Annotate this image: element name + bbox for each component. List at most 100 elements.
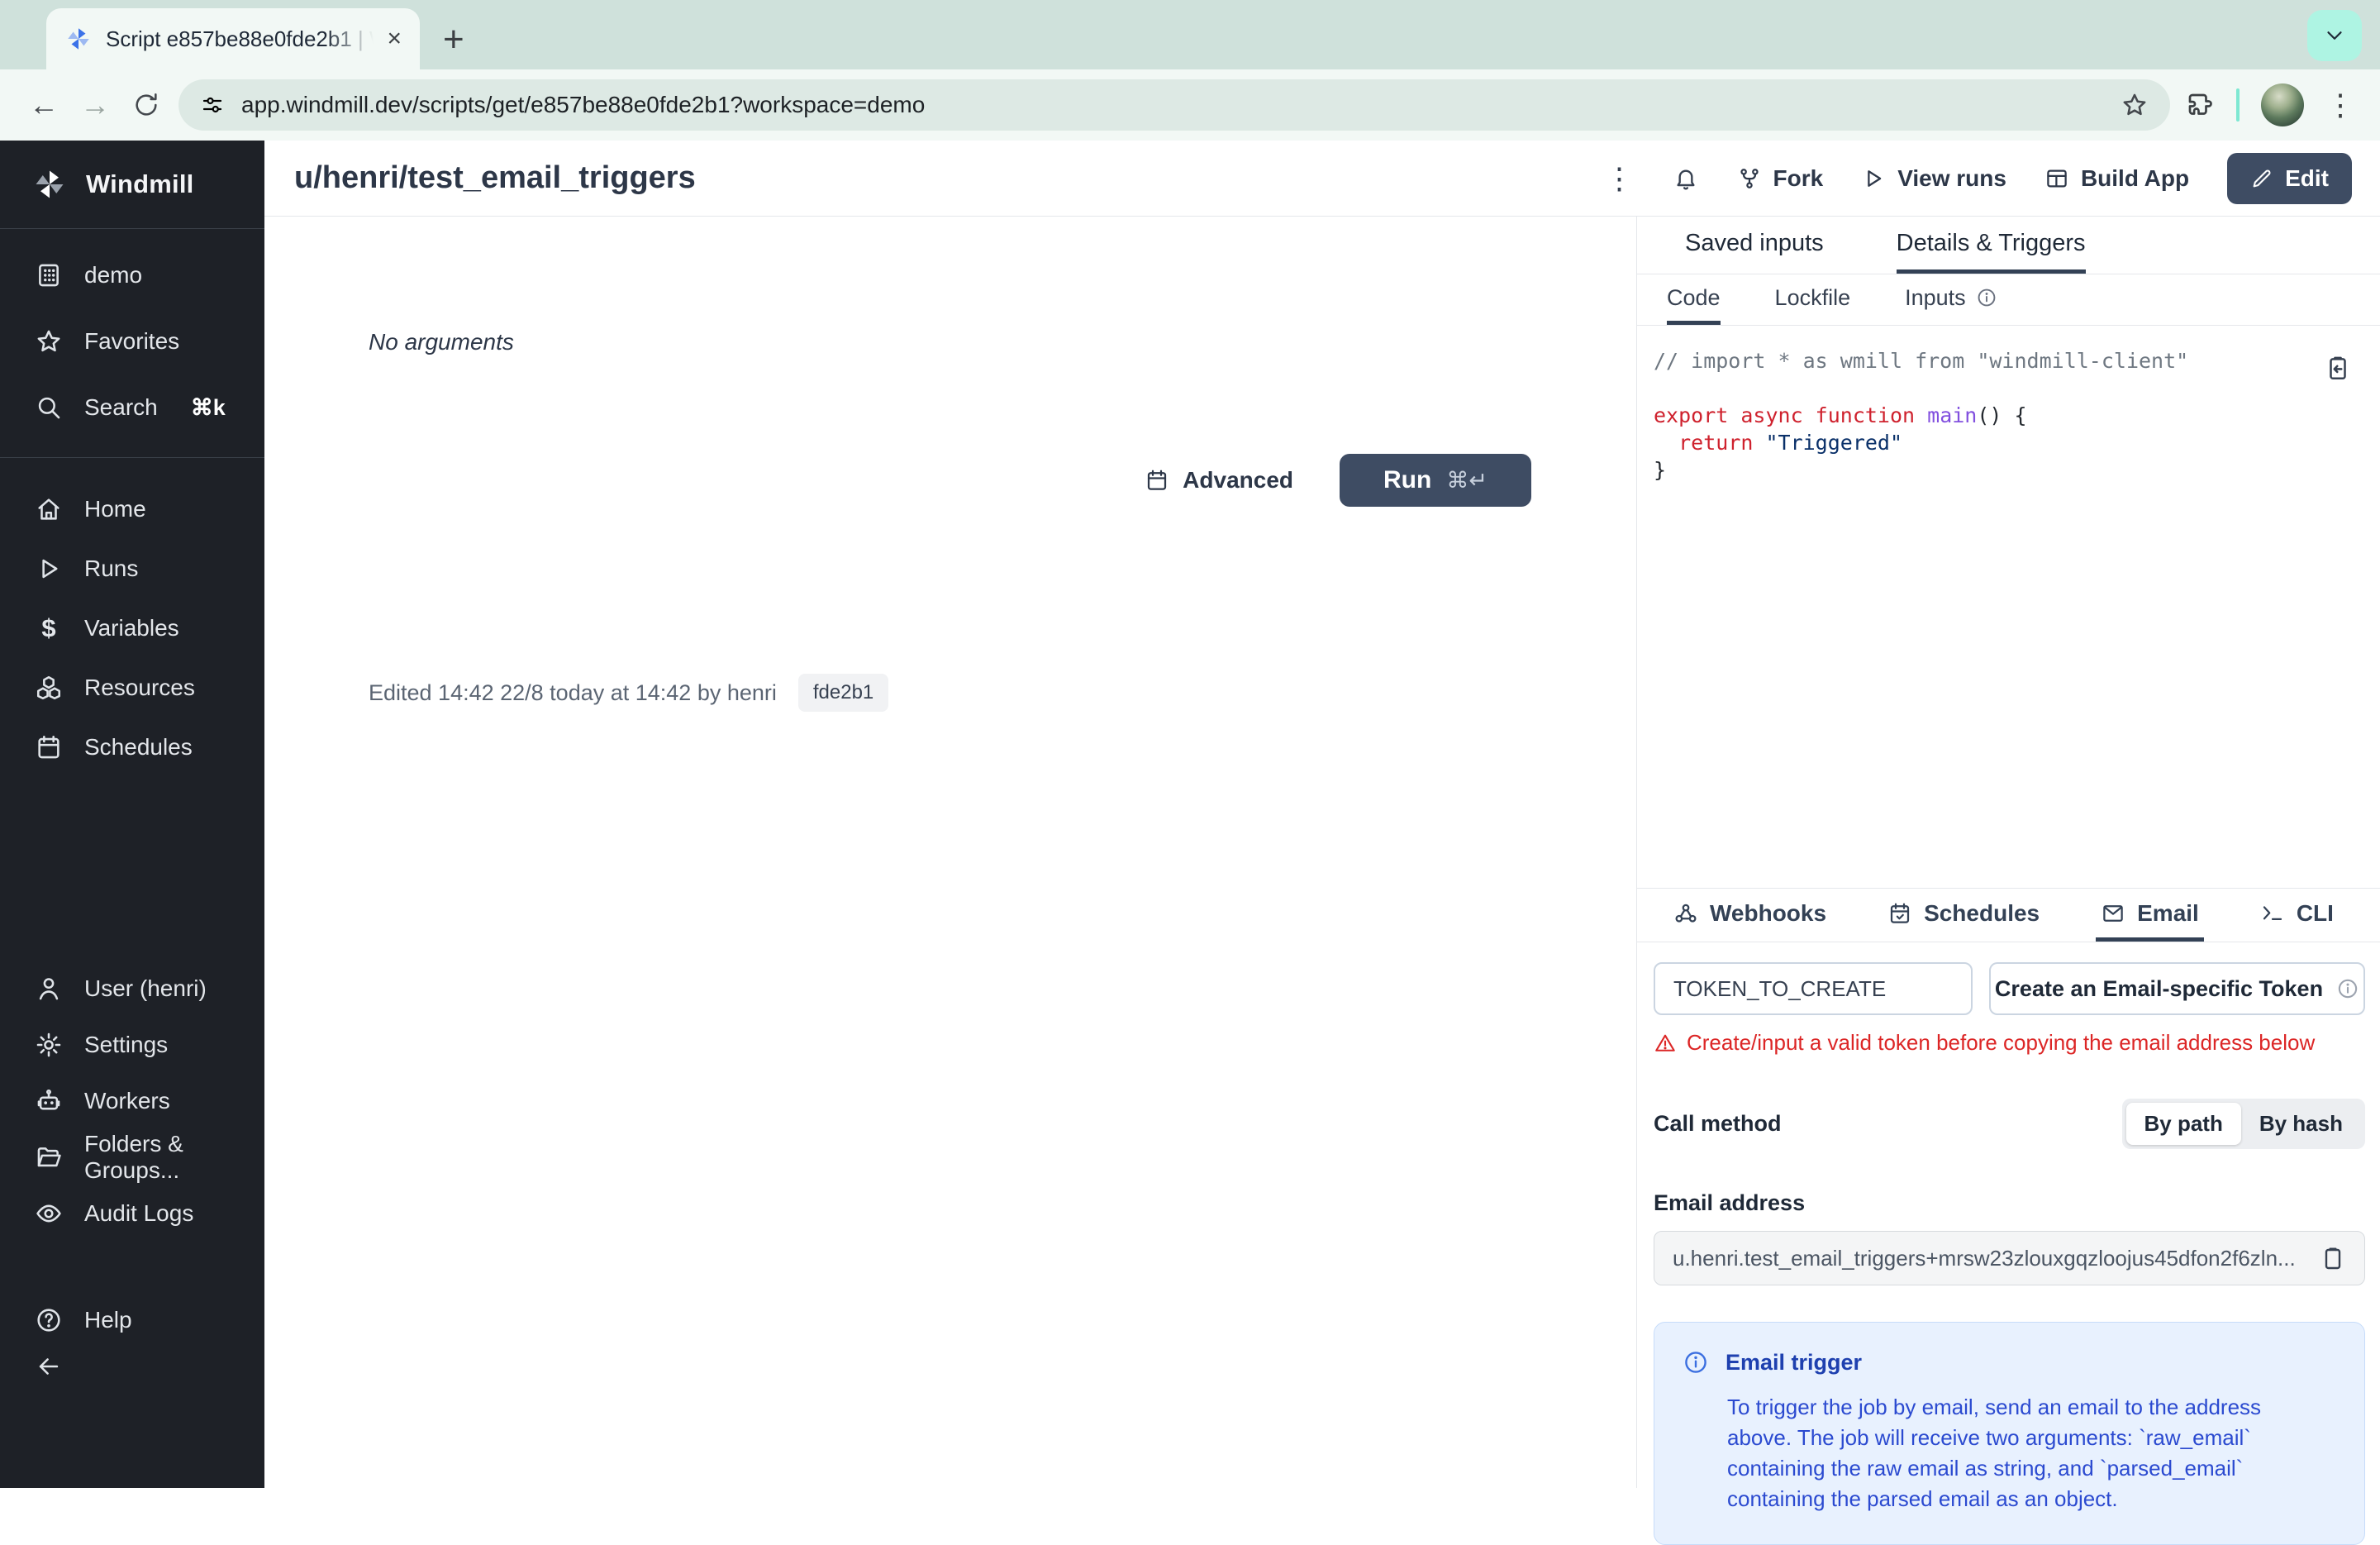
tab-close-icon[interactable]: × (387, 26, 402, 51)
notifications-bell-icon[interactable] (1673, 165, 1699, 192)
email-address-label: Email address (1654, 1190, 2365, 1216)
email-trigger-section: Create an Email-specific Token Create/in… (1654, 962, 2365, 1545)
forward-button[interactable]: → (69, 79, 121, 131)
info-icon (2336, 977, 2359, 1000)
subtab-lockfile[interactable]: Lockfile (1775, 274, 1851, 325)
panel-subtabs: Code Lockfile Inputs (1637, 274, 2380, 326)
sidebar-item-home[interactable]: Home (0, 479, 264, 539)
sidebar-item-label: Favorites (84, 328, 179, 355)
edited-row: Edited 14:42 22/8 today at 14:42 by henr… (369, 674, 888, 712)
sidebar-item-search[interactable]: Search ⌘k (0, 374, 264, 441)
sidebar-item-resources[interactable]: Resources (0, 658, 264, 718)
terminal-icon (2260, 901, 2285, 926)
home-icon (35, 495, 63, 523)
url-bar[interactable]: app.windmill.dev/scripts/get/e857be88e0f… (178, 79, 2170, 131)
sidebar-item-variables[interactable]: $ Variables (0, 598, 264, 658)
sidebar-item-label: Workers (84, 1088, 170, 1114)
token-warning: Create/input a valid token before copyin… (1654, 1030, 2365, 1056)
calendar-icon (1145, 468, 1169, 493)
sidebar-group-workspace: demo Favorites Search ⌘k (0, 229, 264, 457)
help-icon (35, 1306, 63, 1334)
tab-title: Script e857be88e0fde2b1 | W (106, 26, 374, 52)
tab-schedules[interactable]: Schedules (1883, 889, 2044, 942)
sidebar-item-favorites[interactable]: Favorites (0, 308, 264, 374)
bookmark-star-icon[interactable] (2121, 91, 2149, 119)
edit-button[interactable]: Edit (2227, 153, 2352, 204)
sidebar-item-label: Schedules (84, 734, 193, 761)
copy-code-icon[interactable] (2324, 354, 2352, 382)
fork-button[interactable]: Fork (1737, 165, 1824, 192)
sidebar-item-help[interactable]: Help (0, 1306, 264, 1334)
sidebar-item-user[interactable]: User (henri) (0, 961, 264, 1017)
sidebar-item-label: Audit Logs (84, 1200, 193, 1227)
view-runs-button[interactable]: View runs (1861, 165, 2006, 192)
sidebar-item-label: Home (84, 496, 146, 522)
sidebar: Windmill demo Favorites Search (0, 141, 264, 1488)
sidebar-item-workers[interactable]: Workers (0, 1073, 264, 1129)
by-path-option[interactable]: By path (2126, 1103, 2241, 1145)
more-options-icon[interactable]: ⋮ (1605, 161, 1635, 196)
windmill-app: Windmill demo Favorites Search (0, 141, 2380, 1488)
tab-cli[interactable]: CLI (2255, 889, 2339, 942)
info-box-body: To trigger the job by email, send an ema… (1727, 1392, 2306, 1514)
sidebar-item-label: Resources (84, 675, 195, 701)
copy-icon[interactable] (2320, 1245, 2346, 1271)
run-button[interactable]: Run ⌘↵ (1340, 454, 1531, 507)
search-icon (35, 393, 63, 422)
sidebar-item-audit-logs[interactable]: Audit Logs (0, 1185, 264, 1242)
dollar-icon: $ (35, 613, 63, 643)
sidebar-item-schedules[interactable]: Schedules (0, 718, 264, 777)
subtab-inputs[interactable]: Inputs (1905, 274, 1997, 325)
robot-icon (35, 1087, 63, 1115)
advanced-button[interactable]: Advanced (1145, 467, 1293, 494)
sidebar-item-settings[interactable]: Settings (0, 1017, 264, 1073)
sidebar-group-main: Home Runs $ Variables Resources (0, 458, 264, 777)
version-hash-badge[interactable]: fde2b1 (798, 674, 888, 712)
user-icon (35, 975, 63, 1003)
arrow-left-icon (35, 1352, 63, 1380)
header-actions: ⋮ Fork View runs Bui (1605, 153, 2353, 204)
token-input[interactable] (1654, 962, 1973, 1015)
browser-menu-icon[interactable]: ⋮ (2325, 88, 2355, 122)
fork-label: Fork (1773, 165, 1824, 192)
reload-button[interactable] (121, 79, 172, 131)
sidebar-item-runs[interactable]: Runs (0, 539, 264, 598)
windmill-favicon (64, 25, 93, 53)
site-settings-icon[interactable] (200, 93, 225, 117)
browser-tab[interactable]: Script e857be88e0fde2b1 | W × (46, 8, 420, 69)
sidebar-item-label: Settings (84, 1032, 168, 1058)
extensions-icon[interactable] (2185, 90, 2215, 120)
workspace-icon (35, 261, 63, 289)
browser-chrome: Script e857be88e0fde2b1 | W × + ← → app.… (0, 0, 2380, 141)
calendar-check-icon (1887, 901, 1912, 926)
tab-saved-inputs[interactable]: Saved inputs (1685, 217, 1824, 274)
sidebar-collapse-button[interactable] (0, 1352, 264, 1380)
page-title: u/henri/test_email_triggers (294, 160, 696, 196)
by-hash-option[interactable]: By hash (2241, 1103, 2361, 1145)
email-address-field[interactable]: u.henri.test_email_triggers+mrsw23zlouxg… (1654, 1231, 2365, 1285)
sidebar-item-label: Search (84, 394, 158, 421)
code-viewer[interactable]: // import * as wmill from "windmill-clie… (1637, 326, 2380, 888)
profile-avatar[interactable] (2261, 83, 2304, 126)
windmill-logo[interactable]: Windmill (0, 141, 264, 228)
edited-text: Edited 14:42 22/8 today at 14:42 by henr… (369, 680, 777, 706)
info-icon (1683, 1349, 1709, 1376)
call-method-toggle: By path By hash (2122, 1099, 2366, 1149)
new-tab-button[interactable]: + (443, 21, 464, 58)
tab-email[interactable]: Email (2096, 889, 2204, 942)
sidebar-item-folders[interactable]: Folders & Groups... (0, 1129, 264, 1185)
sidebar-item-workspace[interactable]: demo (0, 242, 264, 308)
call-method-row: Call method By path By hash (1654, 1099, 2365, 1149)
panel-tabs: Saved inputs Details & Triggers (1637, 217, 2380, 274)
toolbar-right: ⋮ (2178, 83, 2362, 126)
info-box-title: Email trigger (1726, 1350, 1862, 1376)
info-box-header: Email trigger (1683, 1349, 2336, 1376)
create-token-button[interactable]: Create an Email-specific Token (1989, 962, 2365, 1015)
back-button[interactable]: ← (18, 79, 69, 131)
build-app-button[interactable]: Build App (2044, 165, 2189, 192)
subtab-code[interactable]: Code (1667, 274, 1721, 325)
sidebar-item-label: Help (84, 1307, 132, 1333)
tab-search-chevron-icon[interactable] (2307, 10, 2362, 61)
tab-details-triggers[interactable]: Details & Triggers (1897, 217, 2086, 274)
tab-webhooks[interactable]: Webhooks (1668, 889, 1831, 942)
